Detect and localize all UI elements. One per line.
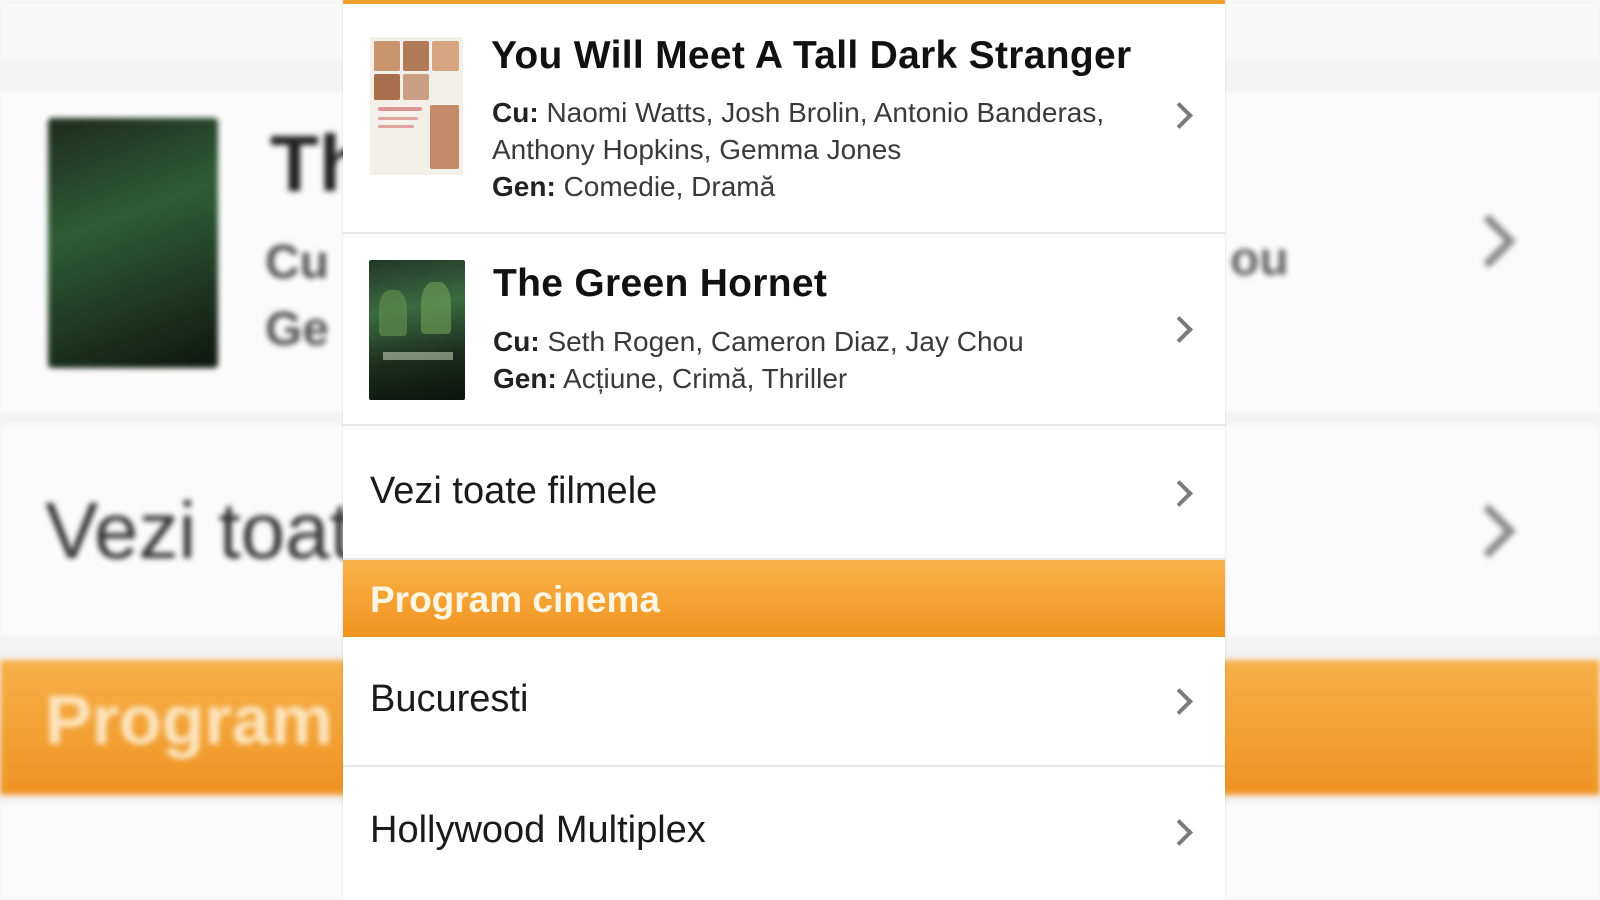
see-all-movies-link[interactable]: Vezi toate filmele bbox=[343, 426, 1225, 560]
bg-cast-fragment: ou bbox=[1230, 233, 1289, 286]
cast-label: Cu: bbox=[493, 326, 540, 357]
chevron-right-icon bbox=[1166, 819, 1193, 846]
cast-value: Naomi Watts, Josh Brolin, Antonio Bander… bbox=[492, 97, 1105, 165]
see-all-movies-label: Vezi toate filmele bbox=[370, 470, 658, 512]
movie-cast: Cu: Naomi Watts, Josh Brolin, Antonio Ba… bbox=[492, 94, 1172, 168]
bg-poster bbox=[48, 118, 218, 368]
movie-cast: Cu: Seth Rogen, Cameron Diaz, Jay Chou bbox=[493, 323, 1173, 360]
movie-list-item[interactable]: The Green Hornet Cu: Seth Rogen, Cameron… bbox=[343, 234, 1225, 426]
movie-list-item[interactable]: You Will Meet A Tall Dark Stranger Cu: N… bbox=[343, 4, 1225, 234]
list-item-city[interactable]: Bucuresti bbox=[343, 637, 1225, 767]
bg-section-text: Program bbox=[45, 681, 333, 759]
cast-label: Cu: bbox=[492, 97, 539, 128]
section-header-program-cinema: Program cinema bbox=[343, 560, 1225, 637]
genre-label: Gen: bbox=[493, 363, 557, 394]
section-title: Program cinema bbox=[370, 579, 660, 620]
chevron-right-icon bbox=[1166, 480, 1193, 507]
movie-genre: Gen: Comedie, Dramă bbox=[492, 168, 1172, 205]
bg-genre-label: Ge bbox=[265, 303, 330, 356]
genre-value: Comedie, Dramă bbox=[563, 171, 776, 202]
movie-genre: Gen: Acțiune, Crimă, Thriller bbox=[493, 360, 1173, 397]
list-item-cinema[interactable]: Hollywood Multiplex bbox=[343, 767, 1225, 900]
cinema-label: Hollywood Multiplex bbox=[370, 809, 706, 851]
movie-details: Cu: Naomi Watts, Josh Brolin, Antonio Ba… bbox=[492, 94, 1172, 205]
bg-cast-label: Cu bbox=[265, 236, 329, 289]
movie-title: You Will Meet A Tall Dark Stranger bbox=[491, 34, 1132, 77]
chevron-right-icon bbox=[1166, 688, 1193, 715]
city-label: Bucuresti bbox=[370, 678, 529, 720]
cast-value: Seth Rogen, Cameron Diaz, Jay Chou bbox=[547, 326, 1024, 357]
movie-title: The Green Hornet bbox=[493, 262, 828, 305]
bg-link-text: Vezi toat bbox=[45, 486, 352, 575]
movie-poster-icon bbox=[369, 260, 465, 400]
genre-value: Acțiune, Crimă, Thriller bbox=[563, 363, 848, 394]
genre-label: Gen: bbox=[492, 171, 556, 202]
movie-details: Cu: Seth Rogen, Cameron Diaz, Jay Chou G… bbox=[493, 323, 1173, 397]
mobile-screen: You Will Meet A Tall Dark Stranger Cu: N… bbox=[343, 0, 1225, 900]
movie-poster-icon bbox=[370, 37, 463, 175]
